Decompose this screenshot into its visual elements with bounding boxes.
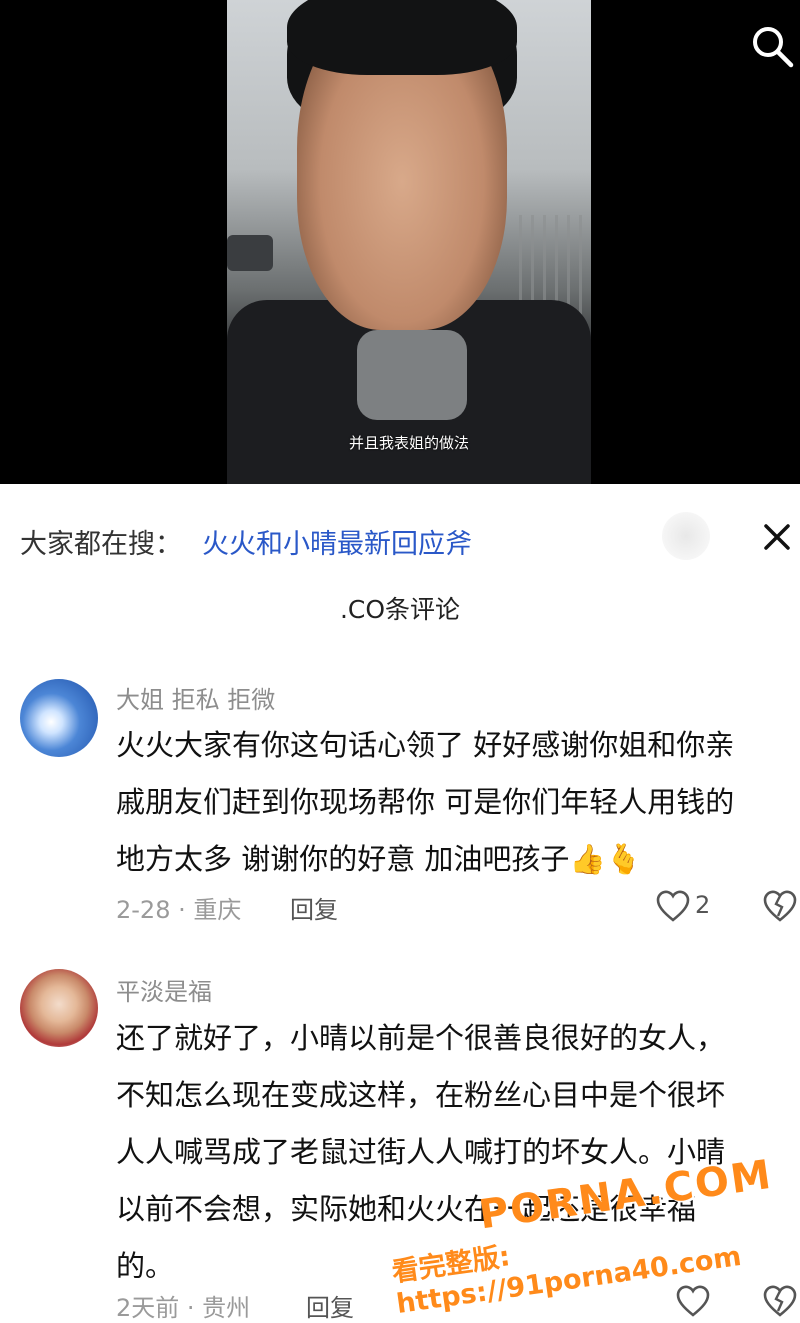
comment-author[interactable]: 平淡是福 [116,972,212,1007]
broken-heart-icon[interactable] [762,1284,798,1318]
comment-meta: 2-28 · 重庆 [116,896,242,924]
comment-count: .CO条评论 [339,595,461,624]
comment-line: 戚朋友们赶到你现场帮你 可是你们年轻人用钱的 [116,785,735,819]
video-player[interactable]: 并且我表姐的做法 [0,0,800,484]
video-frame[interactable]: 并且我表姐的做法 [227,0,591,484]
blurred-mark [662,512,710,560]
like-count: 2 [695,891,711,919]
person-collar [357,330,467,420]
trending-search-link[interactable]: 火火和小晴最新回应斧 [202,522,472,561]
reply-button[interactable]: 回复 [306,1288,354,1323]
comment-line: 不知怎么现在变成这样，在粉丝心目中是个很坏 [116,1078,726,1112]
search-icon[interactable] [750,24,794,68]
heart-icon[interactable] [675,1284,711,1318]
background-car [227,235,273,271]
comment-line: 火火大家有你这句话心领了 好好感谢你姐和你亲 [116,728,735,762]
video-subtitle: 并且我表姐的做法 [348,434,469,452]
comment-line-text: 地方太多 谢谢你的好意 加油吧孩子 [116,842,570,876]
close-icon[interactable] [760,520,794,554]
heart-icon[interactable] [655,889,691,923]
comment-author[interactable]: 大姐 拒私 拒微 [116,680,275,715]
broken-heart-icon[interactable] [762,889,798,923]
comment-line: 地方太多 谢谢你的好意 加油吧孩子👍🫰 [116,831,786,888]
person-hair-top [287,0,517,75]
reply-button[interactable]: 回复 [290,890,338,925]
comment-emoji: 👍🫰 [569,842,642,876]
avatar[interactable] [20,969,98,1047]
comment-text: 火火大家有你这句话心领了 好好感谢你姐和你亲 戚朋友们赶到你现场帮你 可是你们年… [116,717,786,888]
avatar[interactable] [20,679,98,757]
comment-line: 还了就好了，小晴以前是个很善良很好的女人， [116,1021,726,1055]
trending-prefix: 大家都在搜： [20,529,182,560]
comment-meta: 2天前 · 贵州 [116,1294,251,1322]
